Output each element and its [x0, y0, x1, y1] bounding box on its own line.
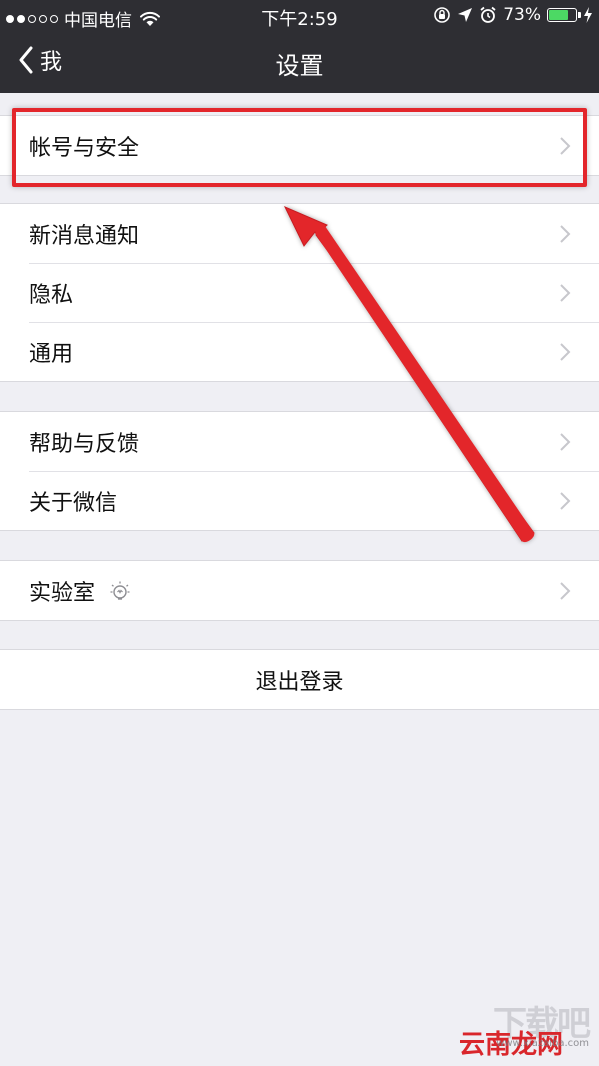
chevron-right-icon [560, 283, 571, 302]
settings-group-labs: 实验室 [0, 560, 599, 621]
rotation-lock-icon [434, 7, 451, 23]
watermark: 下载吧 云南龙网 www.xiazaiba.com [443, 996, 593, 1060]
battery-icon [547, 8, 581, 22]
settings-item-label: 新消息通知 [29, 223, 140, 249]
settings-screen: 中国电信 下午2:59 73% 我 设置 帐号与安全 新消息通知 隐私 通用 帮… [0, 0, 599, 1066]
location-icon [458, 8, 473, 22]
page-title: 设置 [275, 52, 324, 80]
settings-item-label: 隐私 [29, 282, 74, 308]
chevron-right-icon [560, 491, 571, 510]
top-bar: 中国电信 下午2:59 73% 我 设置 [0, 0, 599, 93]
settings-group-help: 帮助与反馈 关于微信 [0, 411, 599, 531]
lightbulb-icon [110, 581, 130, 600]
status-bar: 中国电信 下午2:59 73% [0, 0, 599, 32]
settings-item-label: 帮助与反馈 [29, 431, 140, 457]
battery-fill [549, 10, 568, 20]
settings-item-help-feedback[interactable]: 帮助与反馈 [0, 412, 599, 471]
settings-item-privacy[interactable]: 隐私 [0, 263, 599, 322]
settings-item-label: 通用 [29, 341, 74, 367]
chevron-right-icon [560, 432, 571, 451]
navigation-bar: 我 设置 [0, 32, 599, 93]
chevron-right-icon [560, 342, 571, 361]
settings-item-general[interactable]: 通用 [0, 322, 599, 381]
logout-group: 退出登录 [0, 649, 599, 710]
settings-group-preferences: 新消息通知 隐私 通用 [0, 203, 599, 382]
settings-item-labs[interactable]: 实验室 [0, 561, 599, 620]
chevron-right-icon [560, 224, 571, 243]
alarm-icon [480, 6, 496, 23]
logout-button[interactable]: 退出登录 [0, 650, 599, 709]
battery-tip [578, 12, 581, 18]
highlight-rectangle [12, 108, 587, 187]
settings-item-notifications[interactable]: 新消息通知 [0, 204, 599, 263]
charging-bolt-icon [584, 7, 592, 23]
status-right: 73% [433, 5, 593, 25]
chevron-right-icon [560, 581, 571, 600]
watermark-url: www.xiazaiba.com [496, 1038, 589, 1049]
settings-item-about[interactable]: 关于微信 [0, 471, 599, 530]
settings-item-label: 关于微信 [29, 490, 118, 516]
battery-percent: 73% [503, 5, 541, 25]
settings-item-label: 实验室 [29, 580, 96, 606]
